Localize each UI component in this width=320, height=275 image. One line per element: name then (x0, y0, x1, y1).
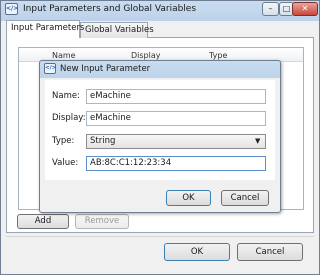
tab-input-parameters[interactable]: Input Parameters (6, 20, 84, 38)
cancel-button[interactable]: Cancel (237, 243, 303, 261)
type-label: Type: (52, 136, 75, 146)
type-select[interactable]: String (86, 134, 266, 149)
remove-button[interactable]: Remove (75, 214, 129, 229)
value-field[interactable]: AB:8C:C1:12:23:34 (86, 156, 266, 171)
display-label: Display: (52, 113, 86, 123)
value-label: Value: (52, 158, 79, 168)
close-button[interactable]: ✕ (292, 2, 318, 16)
dialog-app-icon: </> (44, 63, 56, 74)
window-title: Input Parameters and Global Variables (23, 4, 197, 14)
dialog-cancel-button[interactable]: Cancel (221, 190, 269, 206)
name-label: Name: (52, 91, 80, 101)
column-header-display[interactable]: Display (131, 51, 161, 60)
name-field[interactable]: eMachine (86, 89, 266, 104)
tab-global-variables[interactable]: Global Variables (80, 22, 154, 38)
divider (6, 236, 314, 237)
dialog-ok-button[interactable]: OK (166, 190, 211, 206)
dialog-title: New Input Parameter (60, 64, 151, 74)
column-header-type[interactable]: Type (209, 51, 227, 60)
add-button[interactable]: Add (17, 214, 69, 229)
ok-button[interactable]: OK (164, 243, 230, 261)
app-icon: </> (5, 3, 18, 15)
chevron-down-icon[interactable]: ▼ (255, 137, 260, 145)
display-field[interactable]: eMachine (86, 111, 266, 126)
minimize-button[interactable]: – (262, 2, 279, 16)
column-header-name[interactable]: Name (52, 51, 76, 60)
